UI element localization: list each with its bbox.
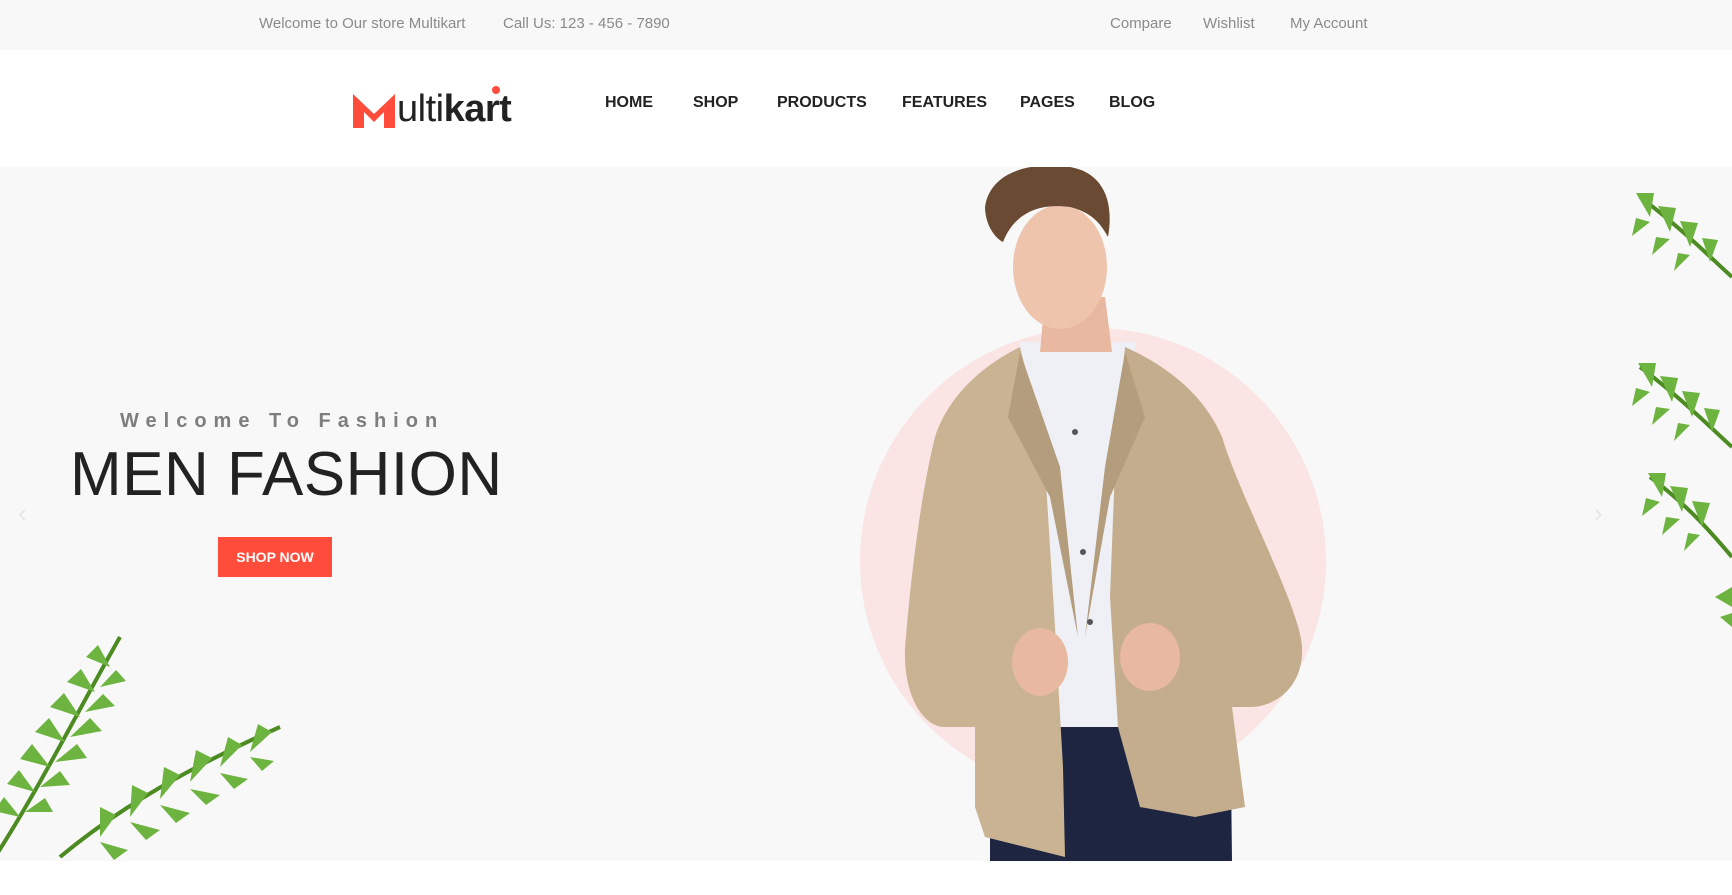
logo-text-light: ulti bbox=[397, 88, 444, 130]
hero-artwork bbox=[0, 167, 1732, 861]
compare-link[interactable]: Compare bbox=[1110, 15, 1172, 32]
welcome-text: Welcome to Our store Multikart bbox=[259, 15, 466, 32]
logo-text-bold: kart bbox=[443, 88, 512, 130]
chevron-left-icon[interactable]: ‹ bbox=[18, 498, 27, 529]
leaves-bottom-left bbox=[0, 636, 281, 860]
logo-dot bbox=[492, 86, 500, 94]
chevron-right-icon[interactable]: › bbox=[1594, 498, 1603, 529]
logo-text: ultikart bbox=[397, 86, 512, 130]
wishlist-link[interactable]: Wishlist bbox=[1203, 15, 1255, 32]
nav-pages[interactable]: PAGES bbox=[1020, 94, 1075, 112]
hero-slider: ‹ › Welcome To Fashion MEN FASHION SHOP … bbox=[0, 167, 1732, 861]
leaves-right bbox=[1632, 193, 1732, 627]
hero-title: MEN FASHION bbox=[70, 440, 503, 509]
my-account-link[interactable]: My Account bbox=[1290, 15, 1368, 32]
shop-now-button[interactable]: SHOP NOW bbox=[218, 537, 332, 577]
model-head bbox=[1013, 205, 1107, 329]
nav-shop[interactable]: SHOP bbox=[693, 94, 738, 112]
logo[interactable]: ultikart bbox=[353, 86, 512, 130]
nav-home[interactable]: HOME bbox=[605, 94, 653, 112]
call-us-text: Call Us: 123 - 456 - 7890 bbox=[503, 15, 670, 32]
nav-blog[interactable]: BLOG bbox=[1109, 94, 1155, 112]
nav-features[interactable]: FEATURES bbox=[902, 94, 987, 112]
logo-m-icon bbox=[353, 94, 395, 128]
nav-products[interactable]: PRODUCTS bbox=[777, 94, 867, 112]
top-bar: Welcome to Our store Multikart Call Us: … bbox=[0, 0, 1732, 50]
main-header: ultikart HOME SHOP PRODUCTS FEATURES PAG… bbox=[0, 50, 1732, 167]
hero-subtitle: Welcome To Fashion bbox=[120, 410, 445, 432]
